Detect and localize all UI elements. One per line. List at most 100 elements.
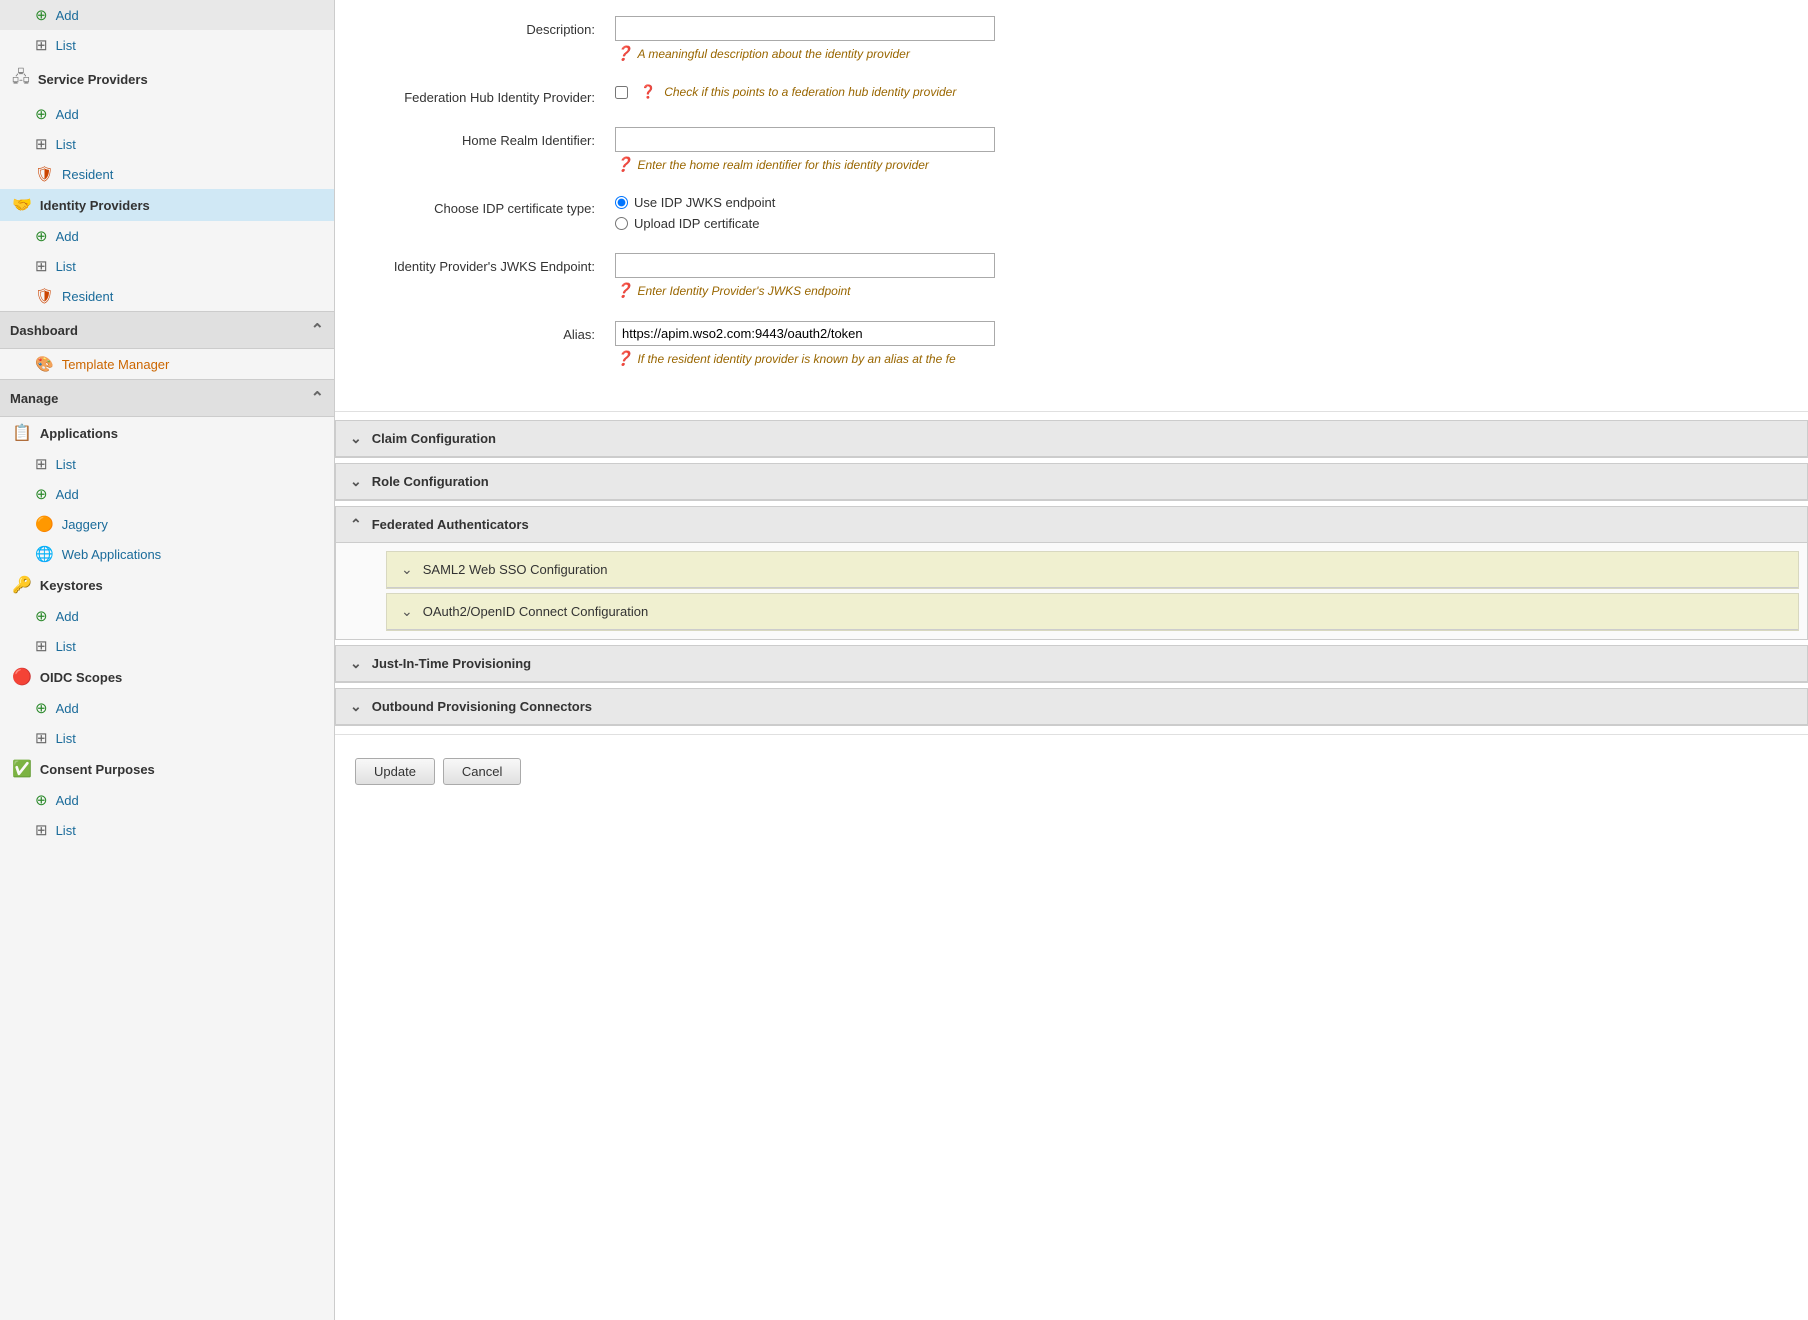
sidebar-item-idp-list[interactable]: ⊞ List	[0, 251, 334, 281]
federated-authenticators-header[interactable]: ⌃ Federated Authenticators	[336, 507, 1807, 543]
sidebar-item-jaggery[interactable]: 🟠 Jaggery	[0, 509, 334, 539]
list-icon: ⊞	[35, 455, 48, 473]
alias-label: Alias:	[355, 321, 615, 342]
idp-cert-type-label: Choose IDP certificate type:	[355, 195, 615, 216]
hint-icon: ❓	[615, 350, 632, 367]
form-row-federation-hub: Federation Hub Identity Provider: ❓ Chec…	[355, 78, 1788, 111]
description-label: Description:	[355, 16, 615, 37]
accordion-federated-authenticators: ⌃ Federated Authenticators ⌄ SAML2 Web S…	[335, 506, 1808, 640]
hint-icon: ❓	[640, 84, 656, 100]
sidebar-group-identity-providers: 🤝 Identity Providers	[0, 189, 334, 221]
jwks-endpoint-input[interactable]	[615, 253, 995, 278]
accordion-claim-configuration: ⌄ Claim Configuration	[335, 420, 1808, 458]
accordion-saml2-web-sso: ⌄ SAML2 Web SSO Configuration	[386, 551, 1799, 589]
form-row-jwks-endpoint: Identity Provider's JWKS Endpoint: ❓ Ent…	[355, 247, 1788, 305]
sidebar-item-consent-add[interactable]: ⊕ Add	[0, 785, 334, 815]
resident-icon: 🛡	[35, 165, 54, 183]
sidebar-item-oidc-add[interactable]: ⊕ Add	[0, 693, 334, 723]
web-applications-icon: 🌐	[35, 545, 54, 563]
consent-purposes-icon: ✅	[12, 759, 32, 779]
accordion-just-in-time: ⌄ Just-In-Time Provisioning	[335, 645, 1808, 683]
sidebar-item-idp-add[interactable]: ⊕ Add	[0, 221, 334, 251]
accordion-collapse-icon: ⌄	[350, 473, 362, 490]
add-icon: ⊕	[35, 791, 48, 809]
accordion-oauth2-openid: ⌄ OAuth2/OpenID Connect Configuration	[386, 593, 1799, 631]
sidebar: ⊕ Add ⊞ List 🖧 Service Providers ⊕ Add ⊞…	[0, 0, 335, 1320]
outbound-provisioning-header[interactable]: ⌄ Outbound Provisioning Connectors	[336, 689, 1807, 725]
form-row-home-realm: Home Realm Identifier: ❓ Enter the home …	[355, 121, 1788, 179]
sidebar-item-oidc-list[interactable]: ⊞ List	[0, 723, 334, 753]
form-row-description: Description: ❓ A meaningful description …	[355, 10, 1788, 68]
list-icon: ⊞	[35, 729, 48, 747]
sidebar-item-web-applications[interactable]: 🌐 Web Applications	[0, 539, 334, 569]
accordion-collapse-icon: ⌄	[350, 430, 362, 447]
add-icon: ⊕	[35, 485, 48, 503]
alias-input[interactable]	[615, 321, 995, 346]
sidebar-section-manage: Manage ⌃	[0, 379, 334, 417]
description-input[interactable]	[615, 16, 995, 41]
sidebar-item-apps-add[interactable]: ⊕ Add	[0, 479, 334, 509]
sidebar-item-sp-list2[interactable]: ⊞ List	[0, 129, 334, 159]
sidebar-item-idp-resident[interactable]: 🛡 Resident	[0, 281, 334, 311]
sidebar-group-service-providers: 🖧 Service Providers	[0, 60, 334, 99]
idp-cert-type-upload-radio[interactable]	[615, 217, 628, 230]
form-row-idp-cert-type: Choose IDP certificate type: Use IDP JWK…	[355, 189, 1788, 237]
sidebar-item-keystores-list[interactable]: ⊞ List	[0, 631, 334, 661]
add-icon: ⊕	[35, 607, 48, 625]
accordion-outbound-provisioning: ⌄ Outbound Provisioning Connectors	[335, 688, 1808, 726]
keystores-icon: 🔑	[12, 575, 32, 595]
federated-authenticators-content: ⌄ SAML2 Web SSO Configuration ⌄ OAuth2/O…	[336, 543, 1807, 639]
add-icon: ⊕	[35, 227, 48, 245]
list-icon: ⊞	[35, 36, 48, 54]
federation-hub-label: Federation Hub Identity Provider:	[355, 84, 615, 105]
collapse-icon[interactable]: ⌃	[311, 320, 324, 340]
hint-icon: ❓	[615, 156, 632, 173]
list-icon: ⊞	[35, 637, 48, 655]
saml2-web-sso-header[interactable]: ⌄ SAML2 Web SSO Configuration	[387, 552, 1798, 588]
resident-icon: 🛡	[35, 287, 54, 305]
jwks-endpoint-label: Identity Provider's JWKS Endpoint:	[355, 253, 615, 274]
applications-icon: 📋	[12, 423, 32, 443]
template-manager-icon: 🎨	[35, 355, 54, 373]
cancel-button[interactable]: Cancel	[443, 758, 521, 785]
accordion-collapse-icon: ⌄	[401, 603, 413, 620]
sidebar-item-apps-list[interactable]: ⊞ List	[0, 449, 334, 479]
hint-icon: ❓	[615, 282, 632, 299]
oidc-scopes-icon: 🔴	[12, 667, 32, 687]
sidebar-group-consent-purposes: ✅ Consent Purposes	[0, 753, 334, 785]
home-realm-input[interactable]	[615, 127, 995, 152]
add-icon: ⊕	[35, 699, 48, 717]
sidebar-item-sp-resident[interactable]: 🛡 Resident	[0, 159, 334, 189]
home-realm-label: Home Realm Identifier:	[355, 127, 615, 148]
form-button-row: Update Cancel	[335, 743, 1808, 800]
jaggery-icon: 🟠	[35, 515, 54, 533]
sidebar-item-template-manager[interactable]: 🎨 Template Manager	[0, 349, 334, 379]
collapse-icon-manage[interactable]: ⌃	[311, 388, 324, 408]
form-row-alias: Alias: ❓ If the resident identity provid…	[355, 315, 1788, 373]
add-icon: ⊕	[35, 6, 48, 24]
role-configuration-header[interactable]: ⌄ Role Configuration	[336, 464, 1807, 500]
accordion-collapse-icon: ⌄	[401, 561, 413, 578]
idp-cert-type-jwks-radio[interactable]	[615, 196, 628, 209]
sidebar-item-sp-list[interactable]: ⊞ List	[0, 30, 334, 60]
identity-providers-icon: 🤝	[12, 195, 32, 215]
sidebar-item-sp-add2[interactable]: ⊕ Add	[0, 99, 334, 129]
claim-configuration-header[interactable]: ⌄ Claim Configuration	[336, 421, 1807, 457]
federation-hub-checkbox[interactable]	[615, 86, 628, 99]
accordion-expand-icon: ⌃	[350, 516, 362, 533]
update-button[interactable]: Update	[355, 758, 435, 785]
sidebar-item-consent-list[interactable]: ⊞ List	[0, 815, 334, 845]
main-content: Description: ❓ A meaningful description …	[335, 0, 1808, 1320]
list-icon: ⊞	[35, 257, 48, 275]
accordion-collapse-icon: ⌄	[350, 655, 362, 672]
list-icon: ⊞	[35, 821, 48, 839]
service-providers-icon: 🖧	[12, 66, 30, 93]
oauth2-openid-header[interactable]: ⌄ OAuth2/OpenID Connect Configuration	[387, 594, 1798, 630]
sidebar-section-dashboard: Dashboard ⌃	[0, 311, 334, 349]
just-in-time-header[interactable]: ⌄ Just-In-Time Provisioning	[336, 646, 1807, 682]
sidebar-item-sp-add[interactable]: ⊕ Add	[0, 0, 334, 30]
sidebar-group-applications: 📋 Applications	[0, 417, 334, 449]
add-icon: ⊕	[35, 105, 48, 123]
hint-icon: ❓	[615, 45, 632, 62]
sidebar-item-keystores-add[interactable]: ⊕ Add	[0, 601, 334, 631]
